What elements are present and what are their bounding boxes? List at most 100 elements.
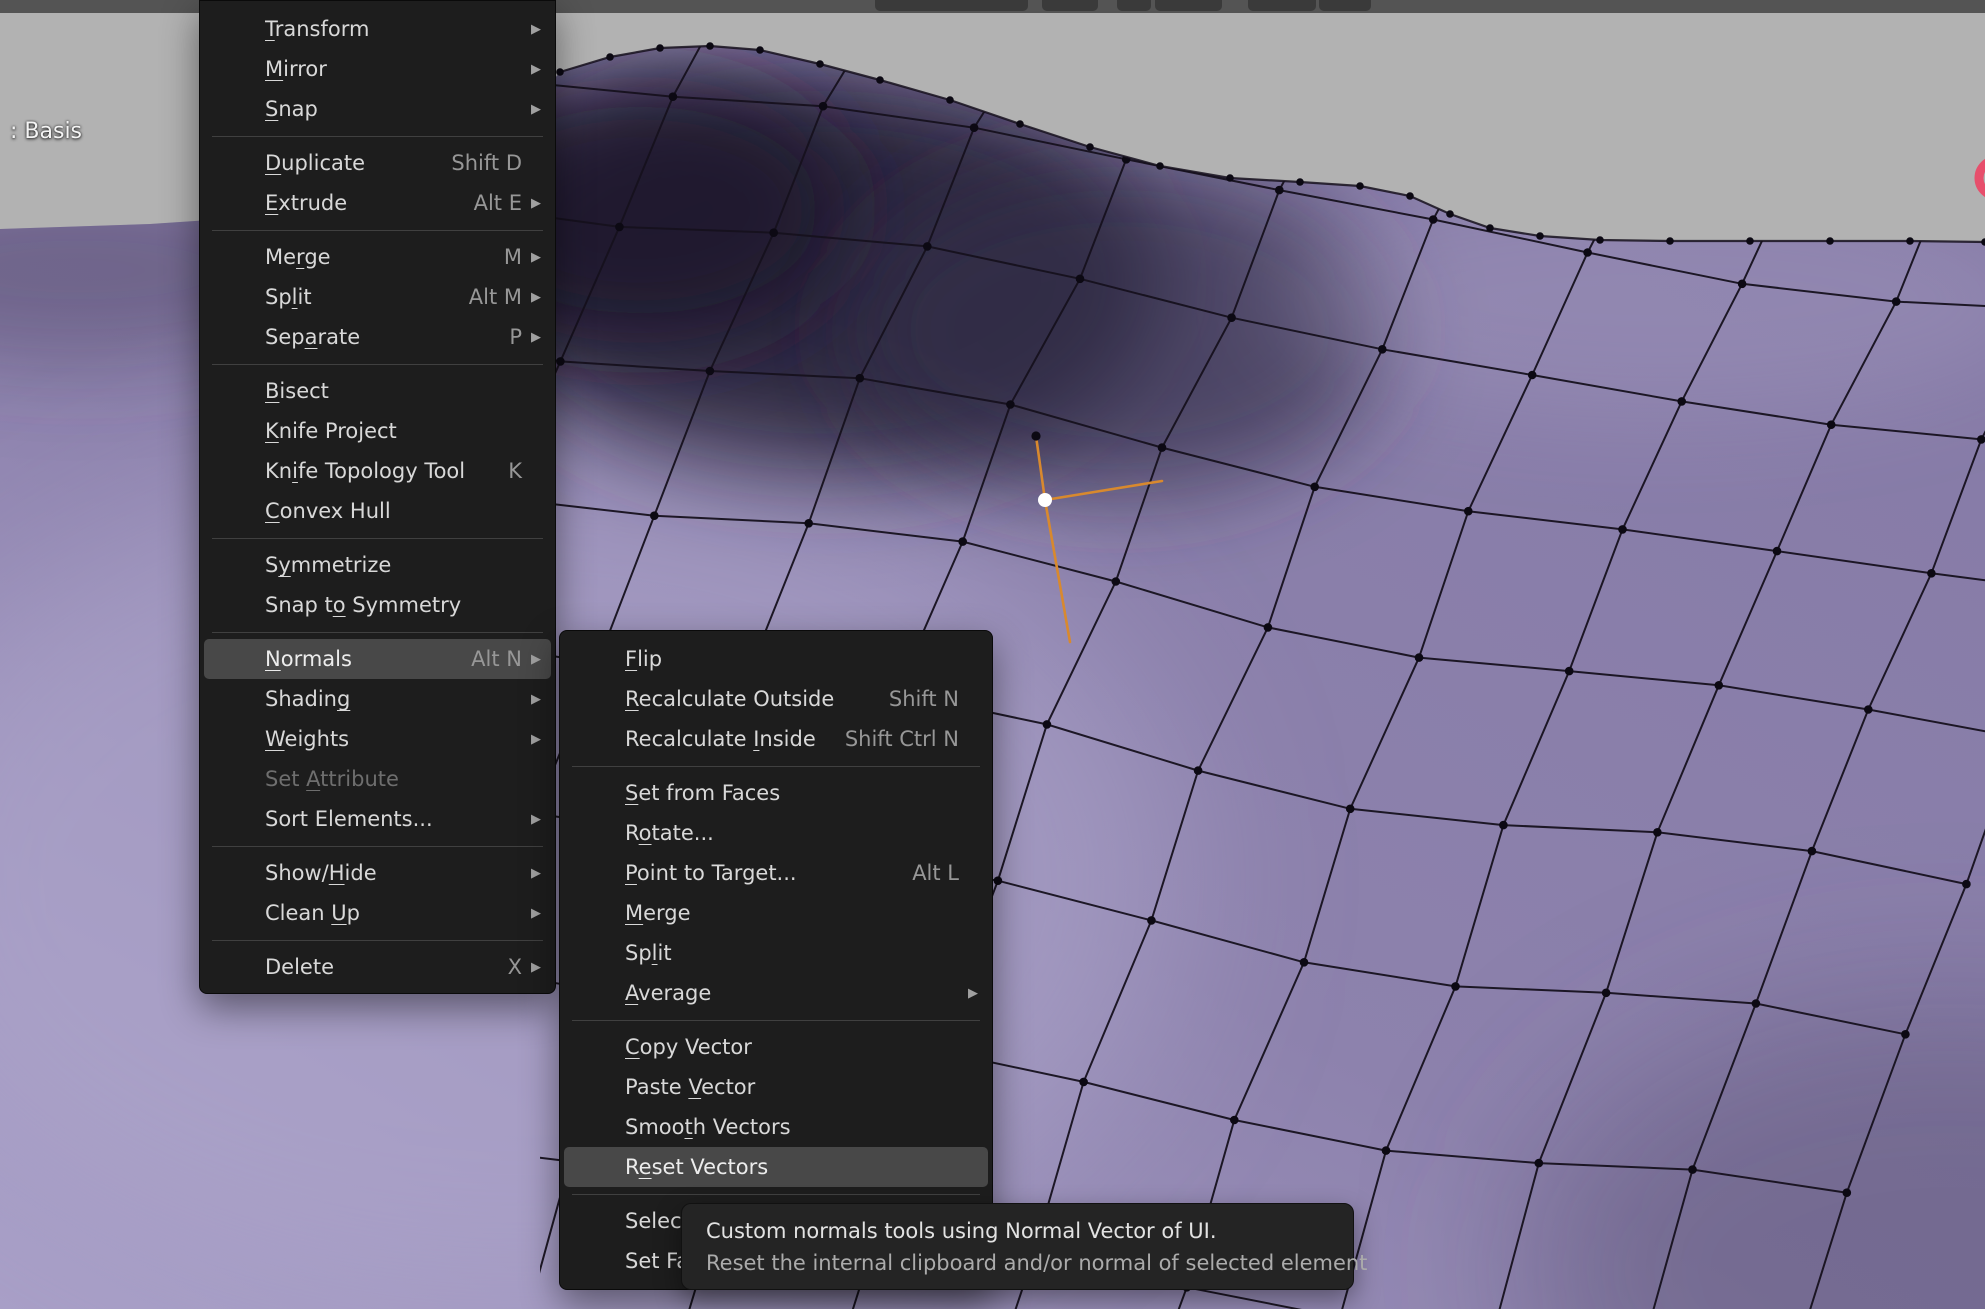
header-button[interactable] xyxy=(1319,0,1371,11)
submenu-arrow-icon: ▶ xyxy=(524,290,541,305)
menu-item-paste-vector[interactable]: Paste Vector xyxy=(560,1067,992,1107)
accelerator-letter: V xyxy=(688,1075,701,1099)
menu-item-delete[interactable]: DeleteX▶ xyxy=(200,947,555,987)
accelerator-letter: C xyxy=(625,1035,640,1059)
label-text: isect xyxy=(279,379,328,403)
menu-item-label: Point to Target... xyxy=(625,861,912,885)
menu-item-clean-up[interactable]: Clean Up▶ xyxy=(200,893,555,933)
submenu-arrow-icon: ▶ xyxy=(524,732,541,747)
tooltip: Custom normals tools using Normal Vector… xyxy=(681,1203,1354,1290)
label-text: et from Faces xyxy=(638,781,780,805)
separator-line xyxy=(212,538,543,539)
header-button[interactable] xyxy=(1248,0,1316,11)
menu-item-smooth-vectors[interactable]: Smooth Vectors xyxy=(560,1107,992,1147)
accelerator-letter: o xyxy=(333,593,346,617)
menu-item-symmetrize[interactable]: Symmetrize xyxy=(200,545,555,585)
menu-item-set-from-faces[interactable]: Set from Faces xyxy=(560,773,992,813)
label-text: R xyxy=(625,1155,639,1179)
menu-item-point-to-target[interactable]: Point to Target...Alt L xyxy=(560,853,992,893)
header-button[interactable] xyxy=(1042,0,1098,11)
label-text: Set Fa xyxy=(625,1249,689,1273)
menu-item-duplicate[interactable]: DuplicateShift D xyxy=(200,143,555,183)
menu-item-rotate[interactable]: Rotate... xyxy=(560,813,992,853)
menu-item-bisect[interactable]: Bisect xyxy=(200,371,555,411)
menu-item-average[interactable]: Average▶ xyxy=(560,973,992,1013)
accelerator-letter: D xyxy=(265,151,281,175)
label-text: ide xyxy=(345,861,377,885)
menu-item-label: Weights xyxy=(265,727,524,751)
label-text: nside xyxy=(759,727,815,751)
accelerator-letter: E xyxy=(265,191,278,215)
menu-item-label: Transform xyxy=(265,17,524,41)
menu-item-recalculate-outside[interactable]: Recalculate OutsideShift N xyxy=(560,679,992,719)
menu-item-snap-to-symmetry[interactable]: Snap to Symmetry xyxy=(200,585,555,625)
menu-separator xyxy=(200,839,555,853)
menu-separator xyxy=(560,1013,992,1027)
menu-item-recalculate-inside[interactable]: Recalculate InsideShift Ctrl N xyxy=(560,719,992,759)
menu-item-weights[interactable]: Weights▶ xyxy=(200,719,555,759)
submenu-arrow-icon: ▶ xyxy=(524,812,541,827)
separator-line xyxy=(212,230,543,231)
header-button[interactable] xyxy=(1117,0,1151,11)
menu-item-reset-vectors[interactable]: Reset Vectors xyxy=(564,1147,988,1187)
menu-item-shading[interactable]: Shading▶ xyxy=(200,679,555,719)
menu-item-normals[interactable]: NormalsAlt N▶ xyxy=(204,639,551,679)
menu-item-transform[interactable]: Transform▶ xyxy=(200,9,555,49)
menu-item-label: Clean Up xyxy=(265,901,524,925)
menu-item-label: Rotate... xyxy=(625,821,961,845)
shortcut-hint: Shift D xyxy=(451,151,522,175)
menu-item-label: Convex Hull xyxy=(265,499,524,523)
menu-separator xyxy=(200,129,555,143)
menu-item-label: Extrude xyxy=(265,191,474,215)
label-text: ector xyxy=(701,1075,755,1099)
menu-item-extrude[interactable]: ExtrudeAlt E▶ xyxy=(200,183,555,223)
menu-item-label: Shading xyxy=(265,687,524,711)
label-text: verage xyxy=(638,981,711,1005)
accelerator-letter: y xyxy=(278,553,290,577)
accelerator-letter: F xyxy=(625,647,637,671)
accelerator-letter: g xyxy=(337,687,350,711)
menu-item-label: Set Attribute xyxy=(265,767,524,791)
submenu-arrow-icon: ▶ xyxy=(961,986,978,1001)
menu-item-flip[interactable]: Flip xyxy=(560,639,992,679)
menu-item-mirror[interactable]: Mirror▶ xyxy=(200,49,555,89)
label-text: eights xyxy=(285,727,350,751)
header-button[interactable] xyxy=(875,0,1028,11)
separator-line xyxy=(572,766,980,767)
header-button[interactable] xyxy=(1155,0,1222,11)
label-text: Symmetry xyxy=(346,593,462,617)
label-text: tate... xyxy=(652,821,714,845)
menu-item-knife-topology-tool[interactable]: Knife Topology ToolK xyxy=(200,451,555,491)
submenu-arrow-icon: ▶ xyxy=(524,196,541,211)
menu-item-snap[interactable]: Snap▶ xyxy=(200,89,555,129)
menu-item-label: Bisect xyxy=(265,379,524,403)
menu-item-split[interactable]: Split xyxy=(560,933,992,973)
menu-item-label: Merge xyxy=(625,901,961,925)
menu-item-convex-hull[interactable]: Convex Hull xyxy=(200,491,555,531)
menu-item-copy-vector[interactable]: Copy Vector xyxy=(560,1027,992,1067)
menu-item-label: Flip xyxy=(625,647,961,671)
menu-item-sort-elements[interactable]: Sort Elements...▶ xyxy=(200,799,555,839)
menu-item-merge[interactable]: Merge xyxy=(560,893,992,933)
menu-item-label: Split xyxy=(265,285,469,309)
menu-item-knife-project[interactable]: Knife Project xyxy=(200,411,555,451)
shortcut-hint: M xyxy=(504,245,522,269)
menu-item-split[interactable]: SplitAlt M▶ xyxy=(200,277,555,317)
submenu-arrow-icon: ▶ xyxy=(524,330,541,345)
accelerator-letter: R xyxy=(625,687,639,711)
shortcut-hint: Shift Ctrl N xyxy=(845,727,959,751)
menu-separator xyxy=(200,531,555,545)
menu-item-label: Knife Project xyxy=(265,419,524,443)
menu-item-label: Recalculate Outside xyxy=(625,687,889,711)
menu-item-show-hide[interactable]: Show/Hide▶ xyxy=(200,853,555,893)
submenu-arrow-icon: ▶ xyxy=(524,652,541,667)
menu-item-separate[interactable]: SeparateP▶ xyxy=(200,317,555,357)
separator-line xyxy=(212,632,543,633)
active-vertex-dot[interactable] xyxy=(1038,493,1052,507)
menu-item-merge[interactable]: MergeM▶ xyxy=(200,237,555,277)
submenu-arrow-icon: ▶ xyxy=(524,692,541,707)
menu-item-label: Smooth Vectors xyxy=(625,1115,961,1139)
label-text: R xyxy=(625,821,639,845)
menu-separator xyxy=(200,223,555,237)
label-text: Smoo xyxy=(625,1115,684,1139)
